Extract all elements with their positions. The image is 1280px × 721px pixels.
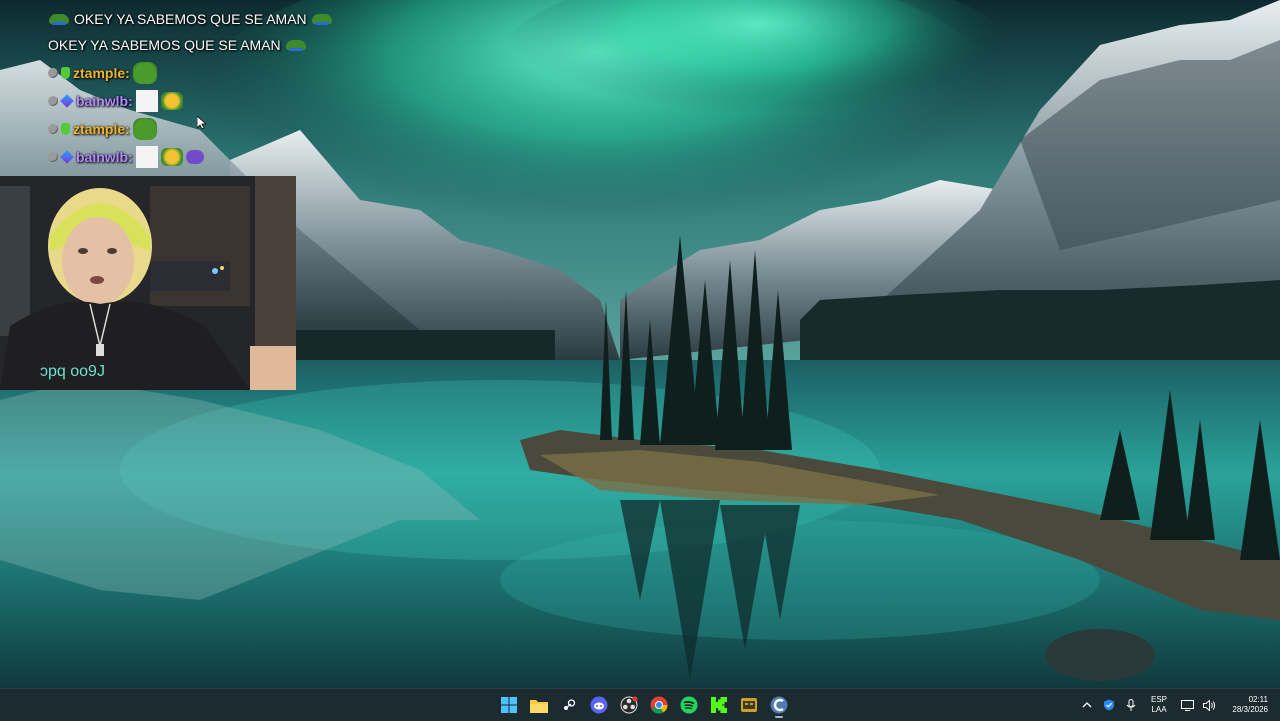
green-badge-icon xyxy=(61,123,70,135)
mouse-cursor-icon xyxy=(197,116,207,130)
spotify-icon xyxy=(680,696,698,714)
show-hidden-icons-button[interactable] xyxy=(1076,689,1098,721)
chat-message: bainwlb: xyxy=(48,90,183,112)
clock-time: 02:11 xyxy=(1248,695,1268,704)
defender-tray-button[interactable] xyxy=(1098,689,1120,721)
clock-date: 28/3/2026 xyxy=(1232,705,1268,714)
frog-emote-icon xyxy=(311,12,333,26)
kick-button[interactable] xyxy=(706,692,732,718)
chat-message: ztample: xyxy=(48,62,157,84)
network-tray-button[interactable] xyxy=(1176,689,1198,721)
chat-message: bainwlb: xyxy=(48,146,204,168)
chat-username[interactable]: bainwlb: xyxy=(76,90,133,112)
game-app-icon xyxy=(741,698,757,712)
purple-emote-icon xyxy=(185,150,204,164)
gold-emote-icon xyxy=(160,148,183,166)
kick-icon xyxy=(711,697,727,713)
grey-badge-icon xyxy=(48,96,58,106)
obs-icon xyxy=(620,696,638,714)
frog-emote-icon xyxy=(132,62,157,84)
chat-username[interactable]: ztample: xyxy=(73,118,130,140)
keyboard-layout-code: LAA xyxy=(1151,705,1167,714)
ccleaner-button[interactable] xyxy=(766,692,792,718)
steam-icon xyxy=(560,696,578,714)
start-button[interactable] xyxy=(496,692,522,718)
language-indicator[interactable]: ESP LAA xyxy=(1146,695,1172,715)
obs-button[interactable] xyxy=(616,692,642,718)
blue-badge-icon xyxy=(60,150,74,164)
frog-emote-icon xyxy=(48,12,70,26)
white-emote-icon xyxy=(135,90,158,112)
streamer-webcam-feed: ɔpq oo9J xyxy=(0,176,296,390)
file-explorer-button[interactable] xyxy=(526,692,552,718)
system-tray: ESP LAA 02:11 28/3/2026 xyxy=(1076,689,1280,721)
discord-button[interactable] xyxy=(586,692,612,718)
spotify-button[interactable] xyxy=(676,692,702,718)
folder-icon xyxy=(530,699,548,713)
grey-badge-icon xyxy=(48,152,58,162)
chat-message-text: OKEY YA SABEMOS QUE SE AMAN xyxy=(48,37,281,53)
chat-message: OKEY YA SABEMOS QUE SE AMAN xyxy=(48,34,307,56)
chat-username[interactable]: ztample: xyxy=(73,62,130,84)
chevron-up-icon xyxy=(1082,702,1092,708)
grey-badge-icon xyxy=(48,68,58,78)
monitor-network-icon xyxy=(1180,699,1194,711)
game-app-button[interactable] xyxy=(736,692,762,718)
windows-taskbar: ESP LAA 02:11 28/3/2026 xyxy=(0,688,1280,721)
ccleaner-icon xyxy=(770,696,788,714)
speaker-icon xyxy=(1202,699,1215,711)
clock[interactable]: 02:11 28/3/2026 xyxy=(1220,695,1268,715)
gold-emote-icon xyxy=(160,92,183,110)
windows-start-icon xyxy=(501,697,517,713)
green-badge-icon xyxy=(61,67,70,79)
blue-badge-icon xyxy=(60,94,74,108)
taskbar-pinned-apps xyxy=(496,692,792,718)
white-emote-icon xyxy=(135,146,158,168)
chat-message: ztample: xyxy=(48,118,157,140)
microphone-tray-button[interactable] xyxy=(1120,689,1142,721)
frog-emote-icon xyxy=(285,38,307,52)
chrome-button[interactable] xyxy=(646,692,672,718)
shield-icon xyxy=(1104,699,1114,711)
chat-message: OKEY YA SABEMOS QUE SE AMAN xyxy=(48,8,333,30)
discord-icon xyxy=(590,696,608,714)
volume-tray-button[interactable] xyxy=(1198,689,1220,721)
microphone-icon xyxy=(1126,698,1136,711)
language-code: ESP xyxy=(1150,695,1167,704)
chrome-icon xyxy=(650,696,668,714)
chat-message-text: OKEY YA SABEMOS QUE SE AMAN xyxy=(74,11,307,27)
steam-button[interactable] xyxy=(556,692,582,718)
grey-badge-icon xyxy=(48,124,58,134)
frog-emote-icon xyxy=(132,118,157,140)
webcam-overlay: ɔpq oo9J xyxy=(0,176,296,390)
chat-username[interactable]: bainwlb: xyxy=(76,146,133,168)
svg-text:ɔpq oo9J: ɔpq oo9J xyxy=(40,363,105,380)
